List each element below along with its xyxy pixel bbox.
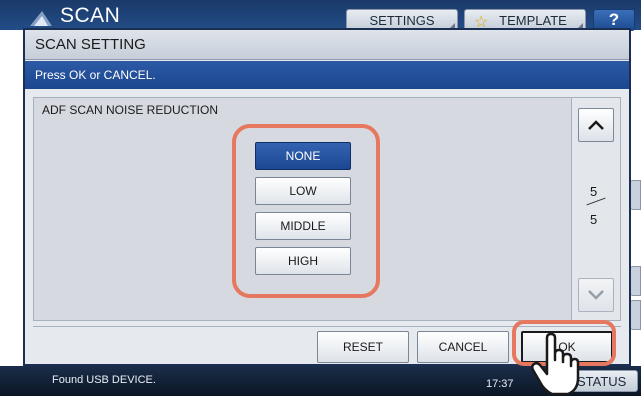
page-total: 5: [590, 212, 598, 227]
cancel-button[interactable]: CANCEL: [417, 331, 509, 363]
chevron-down-icon: [588, 290, 604, 300]
hand-pointer-icon: [530, 332, 580, 396]
setting-label: ADF SCAN NOISE REDUCTION: [42, 103, 219, 117]
chevron-up-icon: [588, 120, 604, 130]
settings-label: SETTINGS: [369, 12, 435, 28]
side-tab[interactable]: [630, 300, 641, 330]
screen: SCAN SETTINGS ☆ TEMPLATE ? Found USB DEV…: [0, 0, 641, 396]
dialog-title: SCAN SETTING: [35, 36, 146, 53]
side-tab[interactable]: [630, 180, 641, 210]
status-message: Found USB DEVICE.: [52, 374, 156, 386]
job-status-label: STATUS: [577, 374, 627, 389]
scroll-down-button[interactable]: [578, 278, 614, 312]
page-current: 5: [590, 184, 598, 199]
template-label: TEMPLATE: [499, 12, 567, 28]
clock: 17:37: [486, 378, 514, 390]
cancel-label: CANCEL: [438, 340, 488, 354]
reset-button[interactable]: RESET: [317, 331, 409, 363]
help-label: ?: [608, 10, 620, 29]
message-text: Press OK or CANCEL.: [35, 68, 156, 82]
message-bar: Press OK or CANCEL.: [25, 61, 629, 89]
scan-logo-icon: [30, 11, 52, 26]
app-title: SCAN: [60, 4, 121, 27]
options-highlight: [232, 124, 380, 298]
dialog-title-bar: SCAN SETTING: [25, 30, 629, 60]
side-tab[interactable]: [630, 266, 641, 296]
page-scroll-panel: 5 5: [571, 97, 621, 321]
scroll-up-button[interactable]: [578, 108, 614, 142]
reset-label: RESET: [342, 340, 383, 354]
